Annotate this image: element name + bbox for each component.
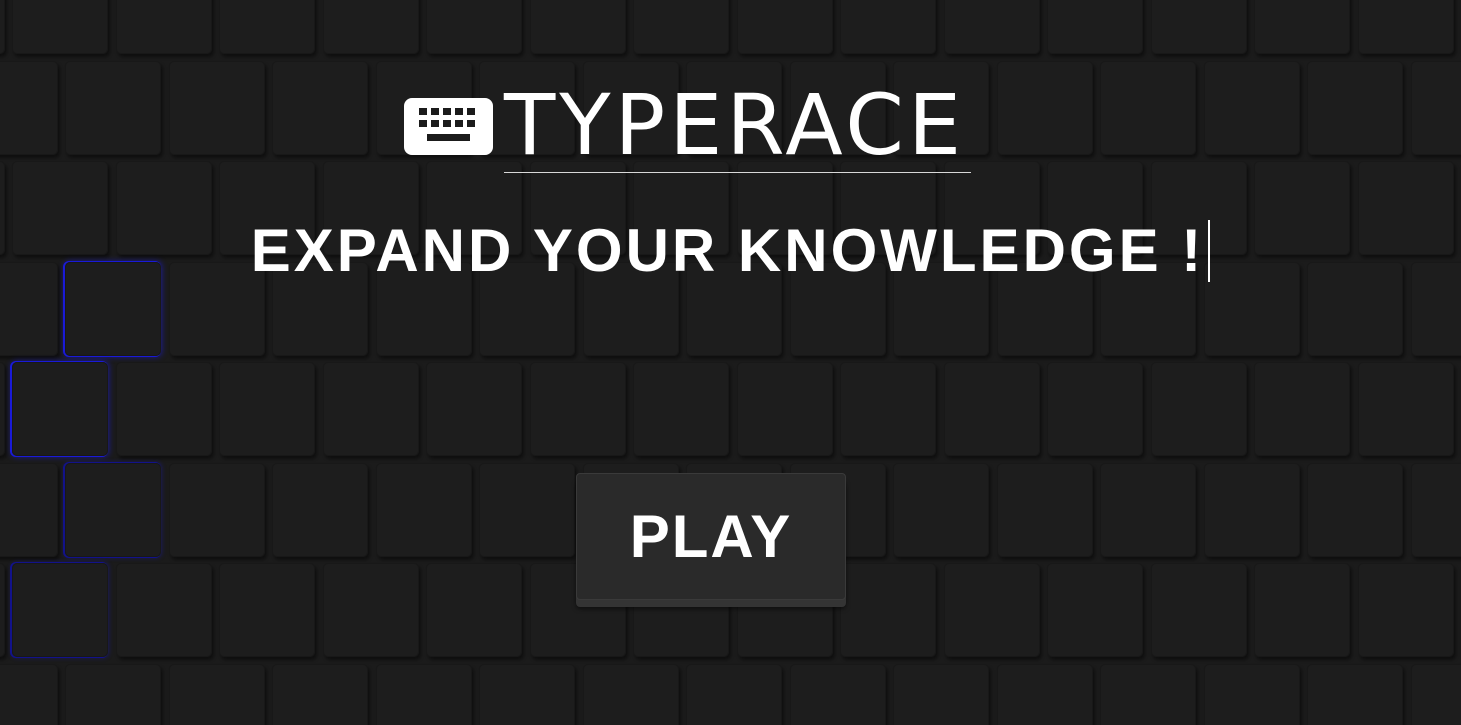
background-key [65, 463, 161, 557]
background-key [12, 0, 108, 54]
background-key [1307, 463, 1403, 557]
background-key [169, 61, 265, 155]
background-key [1100, 463, 1196, 557]
background-key [0, 664, 58, 725]
background-key [219, 362, 315, 456]
background-key [426, 0, 522, 54]
background-key [1358, 0, 1454, 54]
background-key [1100, 61, 1196, 155]
tagline-text: EXPAND YOUR KNOWLEDGE ! [251, 220, 1211, 282]
background-key [1307, 61, 1403, 155]
background-key [1151, 362, 1247, 456]
background-key [12, 362, 108, 456]
background-key [219, 563, 315, 657]
background-key [272, 664, 368, 725]
background-key [944, 362, 1040, 456]
background-key [426, 563, 522, 657]
background-key [1411, 61, 1461, 155]
background-key [272, 61, 368, 155]
brand-header: TYPERACE [404, 76, 972, 174]
background-key [272, 463, 368, 557]
background-key [1254, 563, 1350, 657]
background-key [219, 0, 315, 54]
background-key [0, 563, 5, 657]
background-key [1204, 463, 1300, 557]
play-button[interactable]: PLAY [576, 473, 846, 600]
background-key [376, 664, 472, 725]
background-key [944, 563, 1040, 657]
background-key [997, 463, 1093, 557]
background-key [737, 0, 833, 54]
background-key [116, 0, 212, 54]
background-key [944, 0, 1040, 54]
background-key [583, 664, 679, 725]
background-key [169, 664, 265, 725]
background-key [893, 664, 989, 725]
background-key [840, 563, 936, 657]
background-key [0, 0, 5, 54]
background-key [116, 362, 212, 456]
background-key [790, 664, 886, 725]
background-key [116, 563, 212, 657]
background-key [1047, 362, 1143, 456]
background-key [479, 664, 575, 725]
background-key [530, 0, 626, 54]
background-key [0, 362, 5, 456]
background-key [479, 463, 575, 557]
background-key [1254, 362, 1350, 456]
background-key [169, 463, 265, 557]
background-key [0, 463, 58, 557]
background-key [65, 61, 161, 155]
background-key [1204, 664, 1300, 725]
background-key [840, 0, 936, 54]
tagline: EXPAND YOUR KNOWLEDGE ! [0, 220, 1461, 282]
background-key [1358, 362, 1454, 456]
background-key [530, 362, 626, 456]
background-key [893, 463, 989, 557]
brand-title-underline: TYPERACE [504, 76, 972, 174]
background-key [323, 0, 419, 54]
background-key [1151, 563, 1247, 657]
keyboard-icon [404, 98, 493, 155]
brand-title: TYPERACE [504, 76, 966, 174]
background-key [12, 563, 108, 657]
background-key [1254, 0, 1350, 54]
play-button-label: PLAY [629, 503, 793, 570]
background-key [323, 362, 419, 456]
background-key [997, 61, 1093, 155]
background-key [1047, 0, 1143, 54]
background-key [376, 463, 472, 557]
background-key [737, 362, 833, 456]
background-key [1047, 563, 1143, 657]
background-key [65, 664, 161, 725]
background-key [1411, 664, 1461, 725]
background-key [323, 563, 419, 657]
background-key [1307, 664, 1403, 725]
background-key [1411, 463, 1461, 557]
background-key [1151, 0, 1247, 54]
background-key [1100, 664, 1196, 725]
background-key [633, 0, 729, 54]
background-key [426, 362, 522, 456]
background-key [997, 664, 1093, 725]
background-key [633, 362, 729, 456]
landing-screen: TYPERACE EXPAND YOUR KNOWLEDGE ! PLAY [0, 0, 1461, 725]
background-key [0, 61, 58, 155]
background-key [686, 664, 782, 725]
background-key [1358, 563, 1454, 657]
background-key [840, 362, 936, 456]
background-key [1204, 61, 1300, 155]
